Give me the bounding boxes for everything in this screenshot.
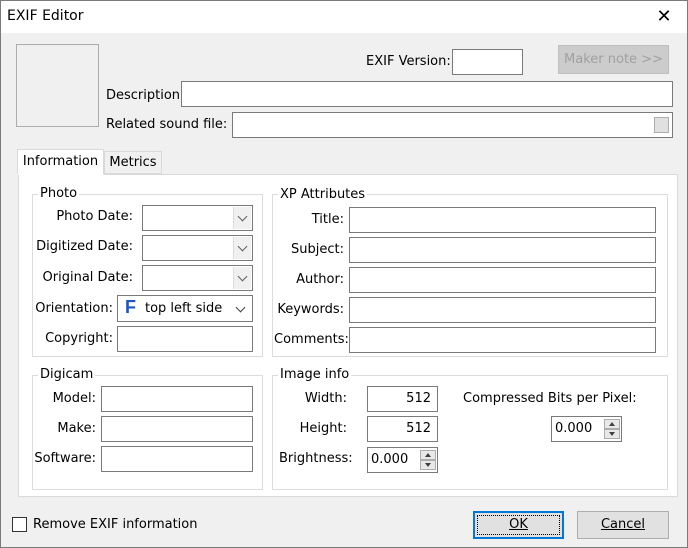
tab-information-label: Information: [22, 154, 99, 169]
chevron-down-icon: [235, 302, 246, 313]
orientation-f-icon: F: [125, 297, 136, 317]
description-field[interactable]: [181, 81, 673, 107]
orientation-select[interactable]: F top left side: [117, 295, 253, 322]
height-field[interactable]: 512: [367, 416, 438, 442]
orientation-value: top left side: [145, 301, 223, 316]
xp-title-label: Title:: [311, 212, 344, 227]
orientation-label: Orientation:: [35, 301, 113, 316]
spin-down-icon[interactable]: [604, 429, 620, 439]
photo-group-title: Photo: [38, 186, 80, 201]
digitized-date-picker[interactable]: [142, 235, 253, 261]
xp-attributes-group-title: XP Attributes: [278, 187, 368, 202]
remove-exif-label[interactable]: Remove EXIF information: [33, 517, 197, 532]
spin-up-icon[interactable]: [604, 419, 620, 429]
cancel-label: Cancel: [600, 517, 646, 532]
make-label: Make:: [57, 421, 96, 436]
related-sound-field[interactable]: [232, 112, 673, 138]
copyright-label: Copyright:: [45, 331, 113, 346]
compressed-bits-value: 0.000: [555, 421, 593, 436]
compressed-bits-spinner[interactable]: 0.000: [551, 416, 622, 442]
model-label: Model:: [52, 391, 96, 406]
related-sound-label: Related sound file:: [106, 117, 228, 132]
xp-comments-label: Comments:: [274, 332, 349, 347]
xp-keywords-label: Keywords:: [277, 302, 344, 317]
height-value: 512: [406, 421, 431, 436]
photo-date-picker[interactable]: [142, 205, 253, 231]
digicam-group-title: Digicam: [38, 367, 96, 382]
ok-button[interactable]: OK: [473, 511, 564, 539]
height-label: Height:: [299, 421, 347, 436]
software-label: Software:: [34, 451, 96, 466]
maker-note-button[interactable]: Maker note >>: [558, 45, 669, 74]
xp-author-label: Author:: [296, 272, 344, 287]
image-info-group-title: Image info: [278, 367, 352, 382]
copyright-field[interactable]: [117, 326, 253, 352]
width-value: 512: [406, 391, 431, 406]
chevron-down-icon[interactable]: [233, 207, 251, 229]
chevron-down-icon[interactable]: [233, 267, 251, 289]
xp-subject-field[interactable]: [349, 237, 656, 263]
brightness-label: Brightness:: [279, 451, 353, 466]
exif-version-label: EXIF Version:: [366, 54, 451, 69]
remove-exif-checkbox[interactable]: [12, 517, 27, 532]
width-label: Width:: [304, 391, 347, 406]
description-label: Description:: [106, 88, 185, 103]
compressed-bits-label: Compressed Bits per Pixel:: [463, 391, 637, 406]
xp-keywords-field[interactable]: [349, 297, 656, 323]
digitized-date-label: Digitized Date:: [36, 239, 133, 254]
tab-metrics-label: Metrics: [109, 155, 157, 170]
chevron-down-icon[interactable]: [233, 237, 251, 259]
tab-information[interactable]: Information: [17, 149, 104, 175]
cancel-button[interactable]: Cancel: [577, 511, 669, 539]
original-date-label: Original Date:: [42, 270, 133, 285]
tab-metrics[interactable]: Metrics: [104, 151, 162, 174]
software-field[interactable]: [101, 446, 253, 472]
close-icon[interactable]: ✕: [641, 1, 687, 33]
make-field[interactable]: [101, 416, 253, 442]
xp-comments-field[interactable]: [349, 327, 656, 353]
xp-subject-label: Subject:: [291, 242, 344, 257]
window-title: EXIF Editor: [7, 8, 84, 24]
model-field[interactable]: [101, 386, 253, 412]
brightness-value: 0.000: [371, 452, 409, 467]
spin-up-icon[interactable]: [420, 450, 436, 460]
thumbnail-preview: [16, 44, 99, 127]
original-date-picker[interactable]: [142, 265, 253, 291]
spin-down-icon[interactable]: [420, 460, 436, 470]
maker-note-label: Maker note >>: [564, 52, 663, 67]
title-bar: EXIF Editor ✕: [1, 1, 687, 33]
exif-editor-window: EXIF Editor ✕ EXIF Version: Maker note >…: [0, 0, 688, 548]
brightness-spinner[interactable]: 0.000: [367, 447, 438, 473]
photo-date-label: Photo Date:: [56, 209, 133, 224]
xp-author-field[interactable]: [349, 267, 656, 293]
exif-version-field[interactable]: [452, 49, 523, 75]
width-field[interactable]: 512: [367, 386, 438, 412]
browse-button[interactable]: [654, 117, 669, 133]
xp-title-field[interactable]: [349, 207, 656, 233]
